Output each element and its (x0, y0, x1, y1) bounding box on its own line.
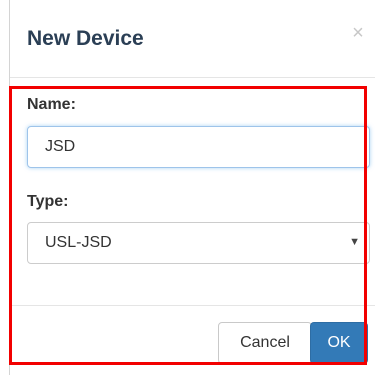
highlight-annotation (9, 86, 367, 365)
close-icon[interactable]: × (348, 22, 368, 44)
dialog-header: New Device × (10, 0, 375, 78)
dialog-title: New Device (27, 27, 144, 50)
